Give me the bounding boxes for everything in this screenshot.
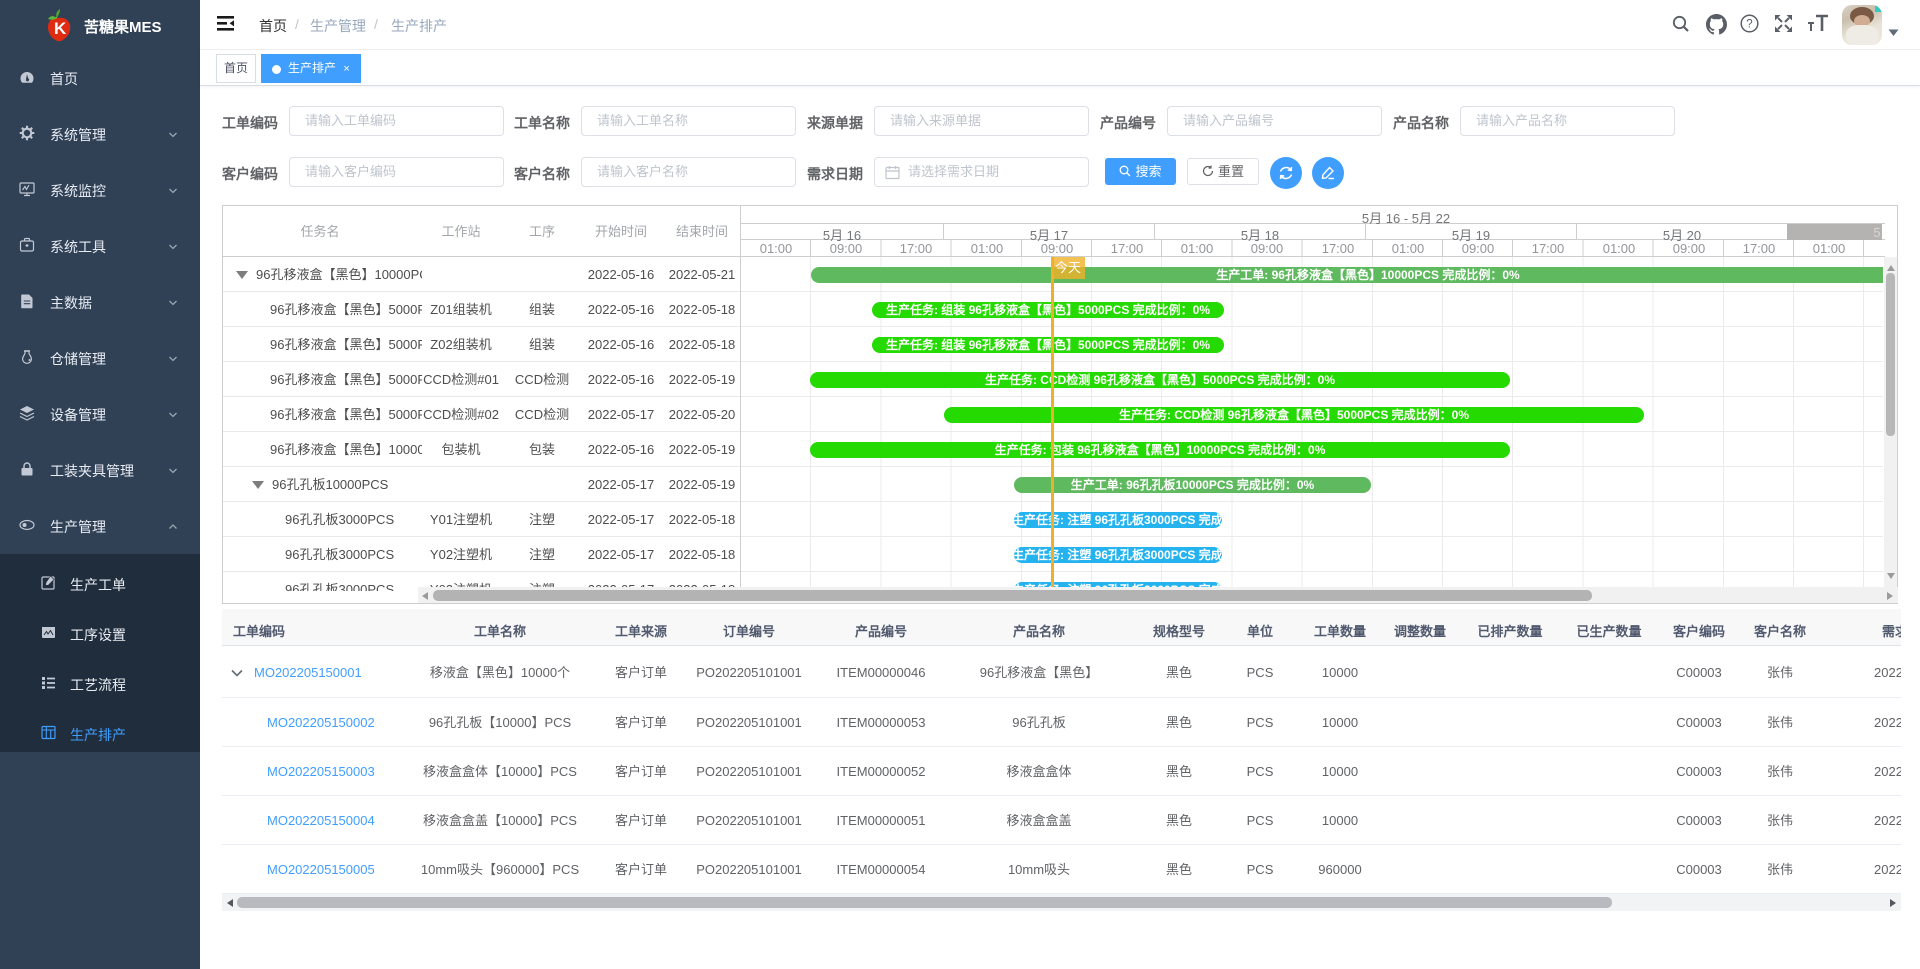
svg-text:K: K [54,19,67,38]
svg-text:?: ? [1746,19,1752,31]
